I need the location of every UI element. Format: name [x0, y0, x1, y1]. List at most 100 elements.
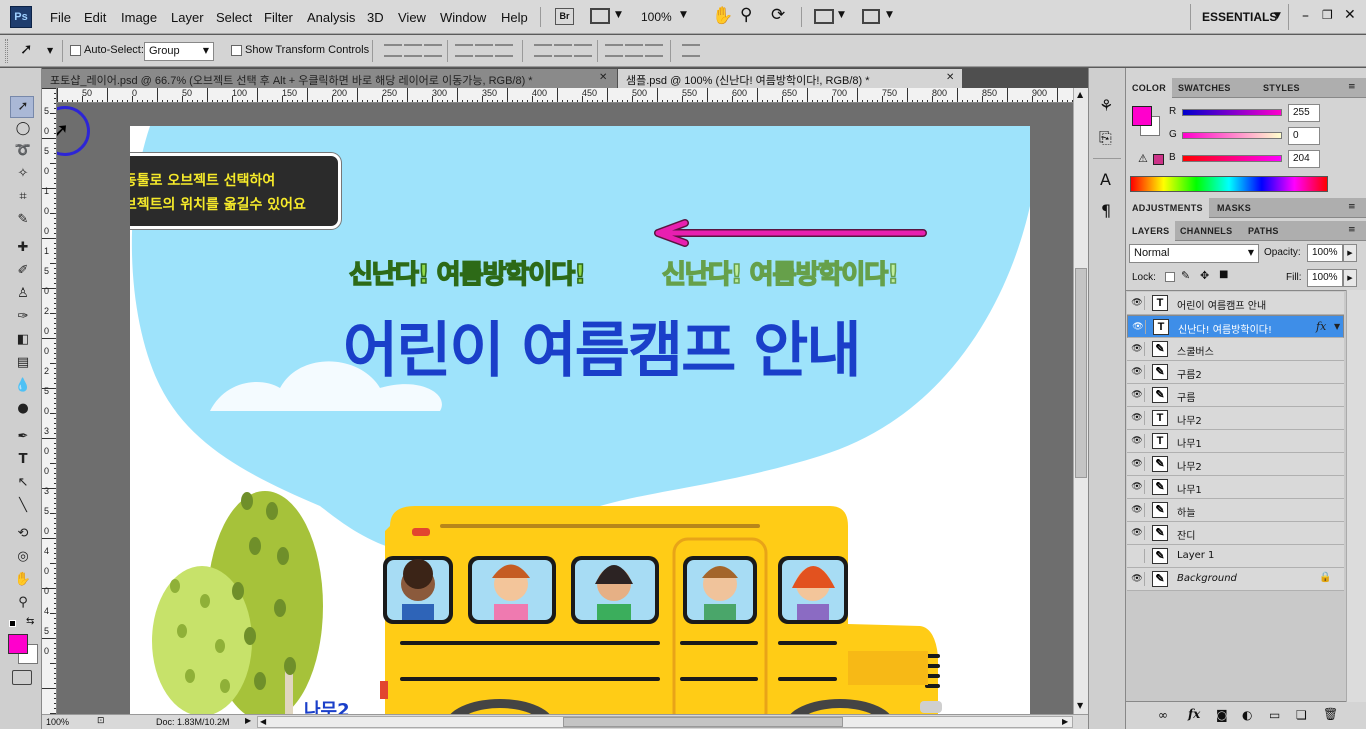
tab-close-icon[interactable]: ✕	[946, 72, 954, 83]
eye-icon[interactable]: 👁	[1130, 342, 1145, 356]
g-value-field[interactable]: 0	[1288, 127, 1320, 145]
layer-row[interactable]: 👁 ✎ 스쿨버스	[1127, 338, 1344, 361]
layer-row[interactable]: 👁 ✎ Layer 1	[1127, 545, 1344, 568]
move-tool-icon[interactable]: ➚	[20, 40, 33, 58]
distribute-vcenter-icon[interactable]	[554, 44, 572, 57]
eye-icon[interactable]: 👁	[1130, 388, 1145, 402]
zoom-tool-icon[interactable]: ⚲	[12, 593, 34, 613]
show-transform-checkbox[interactable]	[231, 45, 242, 56]
tab-layers[interactable]: LAYERS	[1126, 221, 1176, 241]
new-layer-icon[interactable]: ❏	[1296, 708, 1307, 722]
close-icon[interactable]: ✕	[1344, 7, 1356, 23]
chevron-down-icon[interactable]: ▼	[838, 10, 845, 20]
layers-scrollbar[interactable]	[1346, 290, 1366, 702]
lock-position-icon[interactable]: ✥	[1200, 269, 1209, 282]
3d-orbit-icon[interactable]: ◎	[12, 547, 34, 567]
distribute-left-icon[interactable]	[605, 44, 623, 57]
screen-mode-icon[interactable]	[862, 9, 880, 24]
g-slider[interactable]	[1182, 132, 1282, 139]
tab-document-1[interactable]: 포토샵_레이어.psd @ 66.7% (오브젝트 선택 후 Alt + 우클릭…	[42, 69, 617, 88]
menu-view[interactable]: View	[398, 10, 426, 25]
menu-file[interactable]: File	[50, 10, 71, 25]
status-zoom[interactable]: 100%	[46, 717, 69, 727]
layer-row[interactable]: 👁 T 나무1	[1127, 430, 1344, 453]
line-tool-icon[interactable]: ╲	[12, 496, 34, 516]
opacity-field[interactable]: 100%	[1307, 244, 1343, 262]
restore-icon[interactable]: ❐	[1322, 8, 1333, 22]
add-mask-icon[interactable]: ◙	[1216, 708, 1228, 722]
menu-select[interactable]: Select	[216, 10, 252, 25]
layer-row-selected[interactable]: 👁 T 신난다! 여름방학이다! fx ▼	[1127, 315, 1344, 338]
color-spectrum-bar[interactable]	[1130, 176, 1328, 192]
chevron-down-icon[interactable]: ▼	[1274, 11, 1281, 21]
zoom-tool-icon[interactable]: ⚲	[740, 5, 752, 25]
distribute-right-icon[interactable]	[645, 44, 663, 57]
scroll-right-icon[interactable]: ▶	[1062, 717, 1068, 726]
layer-row[interactable]: 👁 ✎ 나무1	[1127, 476, 1344, 499]
lock-all-icon[interactable]: ■	[1219, 269, 1228, 280]
zoom-dropdown[interactable]: 100%	[641, 10, 672, 24]
horizontal-scrollbar[interactable]: ◀ ▶	[257, 716, 1073, 728]
eye-icon[interactable]: 👁	[1130, 365, 1145, 379]
clone-stamp-icon[interactable]: ♙	[12, 284, 34, 304]
eye-icon[interactable]: 👁	[1130, 526, 1145, 540]
distribute-bottom-icon[interactable]	[574, 44, 592, 57]
auto-align-icon[interactable]	[682, 44, 700, 57]
workspace-switcher[interactable]: ESSENTIALS	[1202, 10, 1277, 24]
move-tool-icon[interactable]: ➚	[12, 97, 34, 117]
chevron-down-icon[interactable]: ▼	[1334, 322, 1340, 331]
crop-tool-icon[interactable]: ⌗	[12, 187, 34, 207]
menu-filter[interactable]: Filter	[264, 10, 293, 25]
chevron-down-icon[interactable]: ▼	[47, 46, 53, 55]
r-value-field[interactable]: 255	[1288, 104, 1320, 122]
document-workarea[interactable]: 이동툴로 오브젝트 선택하여 오브젝트의 위치를 옮길수 있어요 신난다! 여름…	[57, 103, 1073, 714]
marquee-tool-icon[interactable]: ◯	[12, 119, 34, 139]
gradient-tool-icon[interactable]: ▤	[12, 353, 34, 373]
scroll-up-icon[interactable]: ▲	[1077, 90, 1083, 99]
eye-icon[interactable]: 👁	[1130, 296, 1145, 310]
scroll-left-icon[interactable]: ◀	[260, 717, 266, 726]
dodge-tool-icon[interactable]: ●	[12, 399, 34, 419]
eyedropper-icon[interactable]: ✎	[12, 210, 34, 230]
menu-analysis[interactable]: Analysis	[307, 10, 355, 25]
scroll-thumb[interactable]	[1075, 268, 1087, 478]
paragraph-panel-icon[interactable]: ¶	[1101, 201, 1111, 220]
color-fg-swatch[interactable]	[1132, 106, 1152, 126]
document-canvas[interactable]: 이동툴로 오브젝트 선택하여 오브젝트의 위치를 옮길수 있어요 신난다! 여름…	[130, 126, 1030, 714]
tab-close-icon[interactable]: ✕	[599, 72, 607, 83]
r-slider[interactable]	[1182, 109, 1282, 116]
distribute-hcenter-icon[interactable]	[625, 44, 643, 57]
chevron-down-icon[interactable]: ▼	[615, 10, 622, 20]
auto-select-dropdown[interactable]: Group ▼	[144, 42, 214, 61]
grip-handle[interactable]	[5, 39, 8, 63]
history-brush-icon[interactable]: ✑	[12, 307, 34, 327]
eye-hidden-icon[interactable]: 👁	[1130, 549, 1145, 563]
3d-rotate-icon[interactable]: ⟲	[12, 524, 34, 544]
align-top-icon[interactable]	[384, 44, 402, 57]
b-value-field[interactable]: 204	[1288, 150, 1320, 168]
trash-icon[interactable]: 🗑	[1323, 707, 1338, 721]
history-panel-icon[interactable]: ⚘	[1099, 96, 1113, 115]
hand-tool-icon[interactable]: ✋	[12, 570, 34, 590]
menu-3d[interactable]: 3D	[367, 10, 384, 25]
link-layers-icon[interactable]: ∞	[1158, 708, 1168, 722]
tab-styles[interactable]: STYLES	[1257, 78, 1306, 98]
healing-brush-icon[interactable]: ✚	[12, 238, 34, 258]
subtitle-text[interactable]: 신난다! 여름방학이다!	[348, 254, 587, 291]
menu-window[interactable]: Window	[440, 10, 486, 25]
vertical-scrollbar[interactable]: ▲ ▼	[1073, 88, 1088, 714]
layer-row[interactable]: 👁 ✎ 잔디	[1127, 522, 1344, 545]
brush-tool-icon[interactable]: ✐	[12, 261, 34, 281]
lock-transparency-icon[interactable]	[1165, 272, 1175, 282]
tab-masks[interactable]: MASKS	[1211, 198, 1257, 218]
align-bottom-icon[interactable]	[424, 44, 442, 57]
panel-menu-icon[interactable]: ≡	[1348, 225, 1356, 235]
hand-tool-icon[interactable]: ✋	[712, 6, 733, 26]
magic-wand-icon[interactable]: ✧	[12, 164, 34, 184]
layer-row[interactable]: 👁 ✎ Background 🔒	[1127, 568, 1344, 591]
align-vcenter-icon[interactable]	[404, 44, 422, 57]
eye-icon[interactable]: 👁	[1130, 572, 1145, 586]
eraser-icon[interactable]: ◧	[12, 330, 34, 350]
gamut-warning-icon[interactable]: ⚠	[1138, 152, 1148, 165]
menu-help[interactable]: Help	[501, 10, 528, 25]
